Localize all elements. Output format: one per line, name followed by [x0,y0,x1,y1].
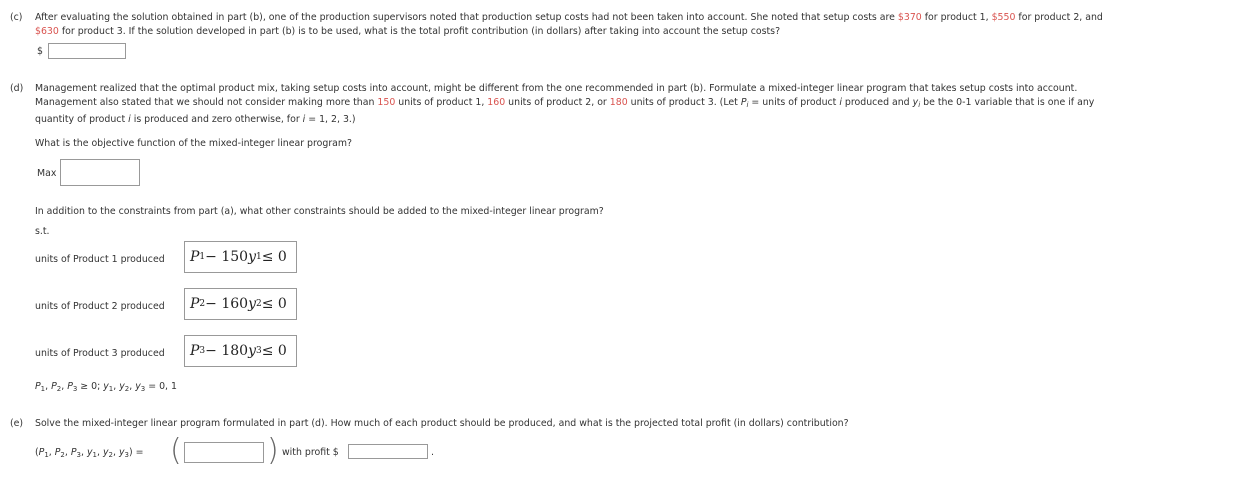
constraint-2-input[interactable]: P2 − 160 y 2 ≤ 0 [184,288,297,320]
total-profit-input[interactable] [48,43,126,59]
profit-input[interactable] [348,444,428,459]
part-d-question-line3: quantity of product i is produced and ze… [35,114,356,125]
objective-function-input[interactable] [60,159,140,186]
limit-product-1: 150 [377,97,396,108]
part-c-question-line2: $630 for product 3. If the solution deve… [35,26,781,37]
constraint-1-label: units of Product 1 produced [35,254,165,265]
solution-tuple-input[interactable] [184,442,264,463]
part-e-question: Solve the mixed-integer linear program f… [35,418,849,429]
setup-cost-1: $370 [897,12,922,23]
open-paren: ( [170,433,182,468]
constraint-3-label: units of Product 3 produced [35,348,165,359]
with-profit-label: with profit $ [282,447,339,458]
part-d-label: (d) [10,83,24,94]
nonnegativity-constraint: P1, P2, P3 ≥ 0; y1, y2, y3 = 0, 1 [35,381,177,393]
constraint-3-input[interactable]: P3 − 180 y 3 ≤ 0 [184,335,297,367]
setup-cost-3: $630 [35,26,59,37]
part-d-question-line1: Management realized that the optimal pro… [35,83,1078,94]
dollar-sign: $ [37,46,43,57]
setup-cost-2: $550 [991,12,1016,23]
part-c-label: (c) [10,12,23,23]
constraints-question: In addition to the constraints from part… [35,206,604,217]
part-c-question-line1: After evaluating the solution obtained i… [35,12,1103,23]
period: . [431,447,434,458]
close-paren: ) [267,433,279,468]
limit-product-2: 160 [487,97,506,108]
constraint-1-input[interactable]: P1 − 150 y 1 ≤ 0 [184,241,297,273]
part-d-question-line2: Management also stated that we should no… [35,97,1095,109]
st-label: s.t. [35,226,50,237]
part-e-label: (e) [10,418,24,429]
max-label: Max [37,168,57,179]
constraint-2-label: units of Product 2 produced [35,301,165,312]
limit-product-3: 180 [609,97,628,108]
solution-tuple-label: (P1, P2, P3, y1, y2, y3) = [35,447,144,459]
objective-question: What is the objective function of the mi… [35,138,353,149]
